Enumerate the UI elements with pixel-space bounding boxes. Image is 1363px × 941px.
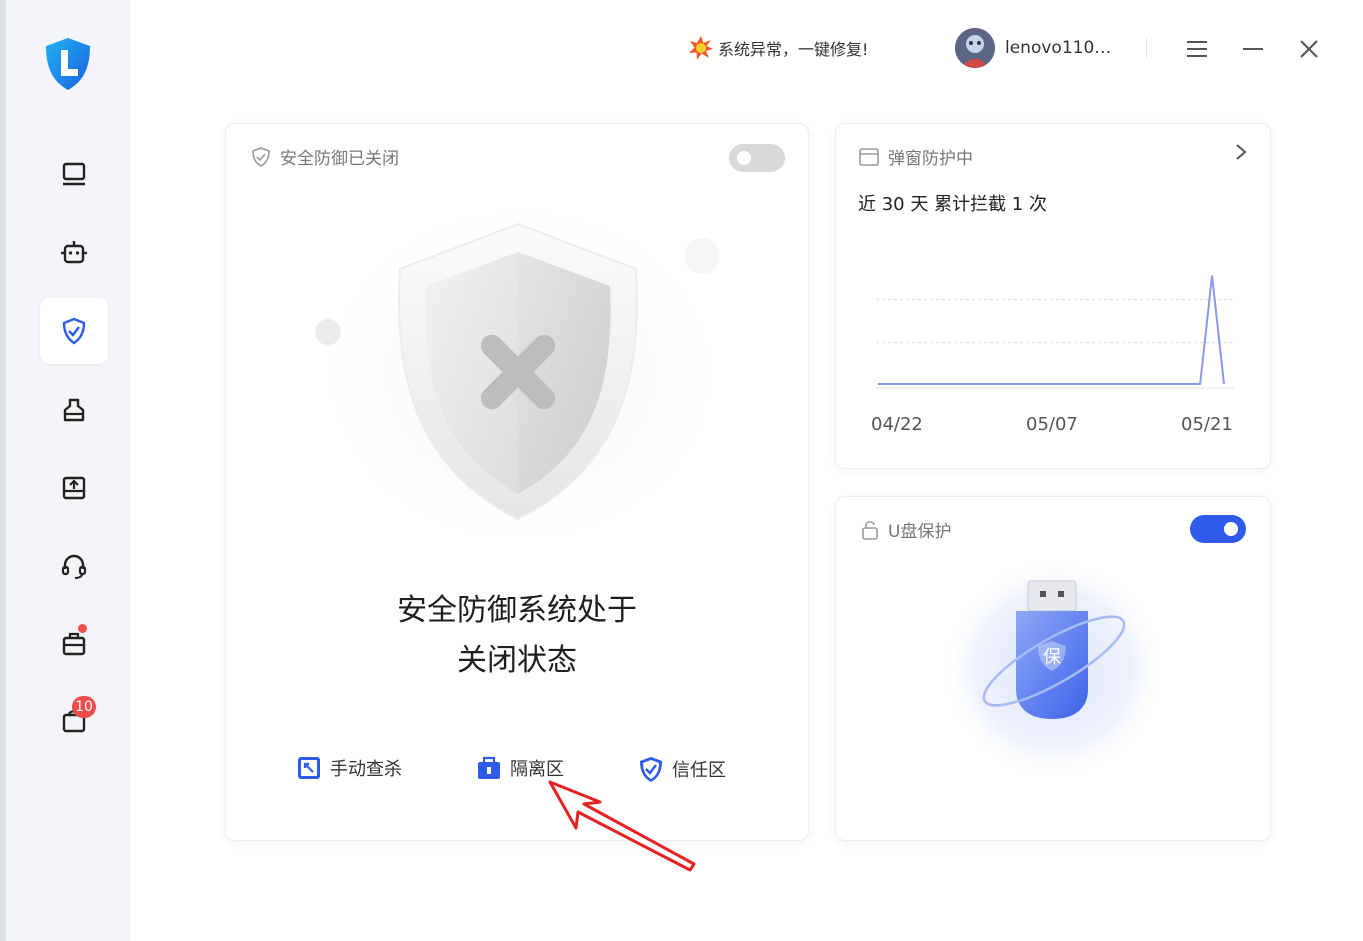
sidebar-item-upload[interactable]	[40, 455, 108, 521]
sidebar-item-toolbox[interactable]	[40, 611, 108, 677]
popup-protection-card[interactable]: 弹窗防护中 近 30 天 累计拦截 1 次 04/22 05/07 05/21	[835, 123, 1271, 469]
avatar	[955, 28, 995, 68]
defense-header-text: 安全防御已关闭	[280, 149, 399, 169]
minimize-button[interactable]	[1238, 34, 1268, 64]
defense-status-line2: 关闭状态	[457, 643, 577, 678]
x-tick-label: 04/22	[871, 414, 923, 435]
warning-burst-icon	[689, 36, 713, 60]
shield-outline-icon	[252, 146, 270, 167]
usb-drive-illustration: 保	[942, 559, 1166, 781]
usb-badge-text: 保	[1043, 647, 1061, 668]
defense-card: 安全防御已关闭 安全防御系统处于 关闭状态 手动查杀 隔离区 信任区	[225, 123, 809, 841]
hamburger-menu-icon	[1187, 41, 1207, 57]
shield-disabled-illustration	[301, 204, 741, 584]
close-button[interactable]	[1294, 34, 1324, 64]
x-tick-label: 05/07	[1026, 414, 1078, 435]
defense-header: 安全防御已关闭	[250, 144, 399, 169]
chevron-right-icon[interactable]	[1232, 142, 1250, 162]
username: lenovo110…	[1005, 38, 1112, 58]
shield-check-icon	[62, 317, 86, 345]
popup-header: 弹窗防护中	[858, 144, 973, 169]
quarantine-box-icon	[478, 756, 500, 779]
window-icon	[859, 147, 879, 166]
broom-icon	[63, 398, 85, 422]
popup-header-text: 弹窗防护中	[888, 149, 973, 169]
topbar-divider	[1146, 38, 1147, 58]
sidebar: 10	[6, 0, 130, 941]
alert-text: 系统异常，一键修复!	[718, 40, 869, 59]
usb-header: U盘保护	[860, 517, 951, 542]
app-logo-icon	[46, 38, 90, 90]
annotation-arrow	[548, 780, 696, 872]
toolbox-notification-dot	[78, 624, 87, 633]
user-account[interactable]: lenovo110…	[955, 28, 1111, 68]
defense-toggle[interactable]	[729, 144, 785, 172]
sidebar-item-store[interactable]	[40, 688, 108, 754]
sidebar-item-computer[interactable]	[40, 141, 108, 207]
manual-scan-label: 手动查杀	[330, 759, 402, 780]
defense-status: 安全防御系统处于 关闭状态	[226, 586, 808, 686]
close-icon	[1300, 40, 1318, 58]
sidebar-item-robot[interactable]	[40, 220, 108, 286]
toolbox-icon	[62, 632, 86, 656]
system-alert[interactable]: 系统异常，一键修复!	[688, 34, 868, 62]
manual-scan-icon	[298, 757, 320, 779]
minimize-icon	[1243, 48, 1263, 50]
sidebar-item-clean[interactable]	[40, 377, 108, 443]
usb-header-text: U盘保护	[888, 522, 952, 542]
usb-toggle[interactable]	[1190, 515, 1246, 543]
computer-icon	[62, 162, 86, 186]
manual-scan-button[interactable]: 手动查杀	[296, 755, 402, 781]
popup-block-chart	[876, 275, 1234, 389]
sidebar-item-support[interactable]	[40, 533, 108, 599]
store-badge: 10	[72, 696, 96, 718]
lock-icon	[862, 520, 878, 540]
popup-subtitle: 近 30 天 累计拦截 1 次	[858, 194, 1047, 215]
box-upload-icon	[62, 476, 86, 500]
chart-series-line	[878, 275, 1225, 385]
sidebar-item-protection[interactable]	[40, 298, 108, 364]
headset-icon	[61, 554, 87, 579]
x-tick-label: 05/21	[1181, 414, 1233, 435]
robot-icon	[61, 241, 87, 264]
defense-status-line1: 安全防御系统处于	[397, 593, 637, 628]
avatar-image-icon	[955, 28, 995, 68]
usb-protection-card: U盘保护 保	[835, 496, 1271, 841]
menu-button[interactable]	[1182, 34, 1212, 64]
